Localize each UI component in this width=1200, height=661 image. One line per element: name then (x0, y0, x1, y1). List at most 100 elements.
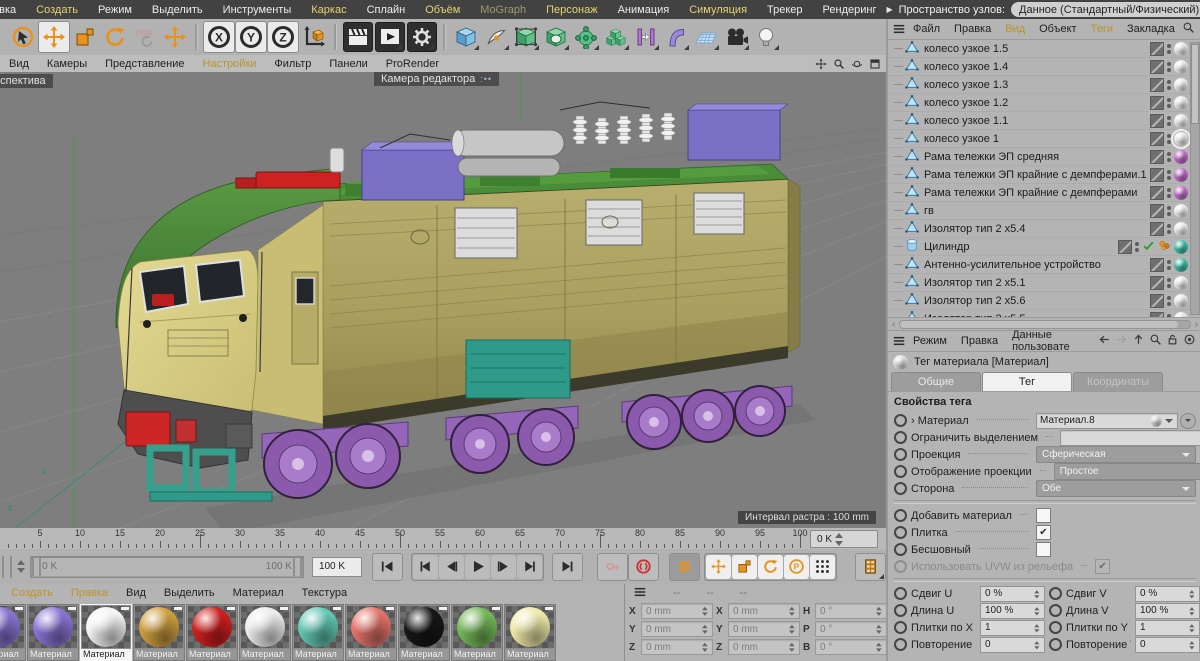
target-icon[interactable] (1183, 333, 1196, 349)
value-field-длина-u[interactable]: 100 % (980, 603, 1045, 619)
add-primitive-button[interactable] (451, 22, 481, 52)
menu-item-создать[interactable]: Создать (26, 4, 88, 16)
material-tag-icon[interactable] (1174, 150, 1188, 164)
environment-floor-button[interactable] (691, 22, 721, 52)
object-row[interactable]: Изолятор тип 2 x5.1 (888, 274, 1200, 292)
visibility-dots[interactable] (1167, 98, 1171, 108)
previous-key-button[interactable] (413, 555, 438, 579)
material-tile[interactable]: Материал (0, 604, 26, 661)
view-label[interactable]: Перспектива (0, 74, 53, 88)
current-frame-spinner[interactable]: 0 K (810, 530, 878, 548)
attribute-menu-данные пользовате[interactable]: Данные пользовате (1005, 329, 1098, 353)
layer-toggle[interactable] (1150, 312, 1164, 318)
spinner-arrows-icon[interactable] (832, 529, 845, 549)
menu-item-объём[interactable]: Объём (415, 4, 470, 16)
spinner-arrows-icon[interactable] (1187, 587, 1195, 600)
object-menu-вид[interactable]: Вид (998, 23, 1032, 35)
object-row[interactable]: Изолятор тип 2 x5.6 (888, 292, 1200, 310)
material-tile[interactable]: Материал (451, 604, 503, 661)
spinner-arrows-icon[interactable] (874, 622, 883, 636)
spinner-arrows-icon[interactable] (1032, 621, 1040, 634)
material-tag-icon[interactable] (1174, 132, 1188, 146)
menu-item-выделить[interactable]: Выделить (142, 4, 213, 16)
next-frame-button[interactable] (491, 555, 516, 579)
animation-dot-icon[interactable] (894, 414, 907, 427)
object-row[interactable]: колесо узкое 1.3 (888, 76, 1200, 94)
spinner-arrows-icon[interactable] (1032, 587, 1040, 600)
animation-dot-icon[interactable] (1049, 621, 1062, 634)
value-field-плитки-по-y[interactable]: 1 (1135, 620, 1200, 636)
coordinate-field[interactable]: 0 ° (815, 639, 887, 655)
value-field-повторение-v[interactable]: 0 (1135, 637, 1200, 653)
play-button[interactable] (465, 555, 490, 579)
material-menu-материал[interactable]: Материал (224, 587, 293, 599)
key-parameter-toggle[interactable]: P (784, 555, 809, 579)
animation-dot-icon[interactable] (894, 621, 907, 634)
material-tag-icon[interactable] (1174, 78, 1188, 92)
layer-toggle[interactable] (1150, 42, 1164, 56)
spinner-arrows-icon[interactable] (700, 640, 709, 654)
range-handle-right[interactable] (293, 558, 302, 576)
attribute-menu-режим[interactable]: Режим (906, 335, 954, 347)
layer-toggle[interactable] (1150, 258, 1164, 272)
animation-dot-icon[interactable] (894, 543, 907, 556)
drag-handle[interactable] (2, 556, 12, 578)
material-tag-icon[interactable] (1174, 240, 1188, 254)
range-spinner[interactable] (16, 557, 27, 577)
search-icon[interactable] (1149, 333, 1162, 349)
layer-toggle[interactable] (1150, 114, 1164, 128)
previous-frame-button[interactable] (439, 555, 464, 579)
object-row[interactable]: колесо узкое 1 (888, 130, 1200, 148)
material-menu-создать[interactable]: Создать (2, 587, 62, 599)
menu-item-инструменты[interactable]: Инструменты (213, 4, 302, 16)
menu-item-сплайн[interactable]: Сплайн (357, 4, 416, 16)
material-menu-текстура[interactable]: Текстура (293, 587, 356, 599)
object-row[interactable]: Антенно-усилительное устройство (888, 256, 1200, 274)
spinner-arrows-icon[interactable] (874, 604, 883, 618)
object-row[interactable]: Изолятор тип 2 x5.4 (888, 220, 1200, 238)
visibility-dots[interactable] (1167, 62, 1171, 72)
object-menu-файл[interactable]: Файл (906, 23, 947, 35)
spinner-arrows-icon[interactable] (787, 604, 796, 618)
selection-restrict-field[interactable] (1060, 430, 1200, 446)
autokey-record-button[interactable] (628, 553, 659, 581)
animation-dot-icon[interactable] (894, 560, 907, 573)
layer-toggle[interactable] (1150, 150, 1164, 164)
visibility-dots[interactable] (1167, 296, 1171, 306)
spinner-arrows-icon[interactable] (874, 640, 883, 654)
object-row[interactable]: Рама тележки ЭП средняя (888, 148, 1200, 166)
material-tag-icon[interactable] (1174, 204, 1188, 218)
material-tag-icon[interactable] (1174, 42, 1188, 56)
visibility-dots[interactable] (1167, 224, 1171, 234)
object-row[interactable]: Изолятор тип 2 x5.5 (888, 310, 1200, 317)
material-tile[interactable]: Материал (239, 604, 291, 661)
visibility-dots[interactable] (1167, 314, 1171, 318)
viewport-menu-prorender[interactable]: ProRender (377, 58, 448, 70)
range-handle-left[interactable] (32, 558, 41, 576)
camera-label[interactable]: Камера редактора :•• (374, 72, 499, 86)
layer-toggle[interactable] (1150, 294, 1164, 308)
select-tool-button[interactable] (8, 22, 38, 52)
animation-dot-icon[interactable] (894, 638, 907, 651)
camera-object-button[interactable] (721, 22, 751, 52)
layer-toggle[interactable] (1150, 222, 1164, 236)
spinner-arrows-icon[interactable] (700, 622, 709, 636)
menu-item-режим[interactable]: Режим (88, 4, 142, 16)
material-tag-icon[interactable] (1174, 312, 1188, 318)
go-to-end-button[interactable] (552, 553, 583, 581)
viewport-menu-панели[interactable]: Панели (320, 58, 376, 70)
move-tool-button[interactable] (38, 21, 70, 53)
animation-dot-icon[interactable] (894, 587, 907, 600)
material-menu-выделить[interactable]: Выделить (155, 587, 224, 599)
dropdown-отображение-проекции[interactable]: Простое (1054, 463, 1200, 480)
tab-общие[interactable]: Общие (891, 372, 981, 391)
object-manager-vscrollbar[interactable] (1190, 42, 1200, 315)
menu-item-анимация[interactable]: Анимация (608, 4, 680, 16)
object-row[interactable]: Цилиндр (888, 238, 1200, 256)
go-to-start-button[interactable] (372, 553, 403, 581)
material-tile[interactable]: Материал (27, 604, 79, 661)
menu-item-персонаж[interactable]: Персонаж (536, 4, 607, 16)
material-tag-icon[interactable] (1174, 276, 1188, 290)
tab-координаты[interactable]: Координаты (1073, 372, 1163, 391)
coordinate-field[interactable]: 0 mm (641, 639, 713, 655)
